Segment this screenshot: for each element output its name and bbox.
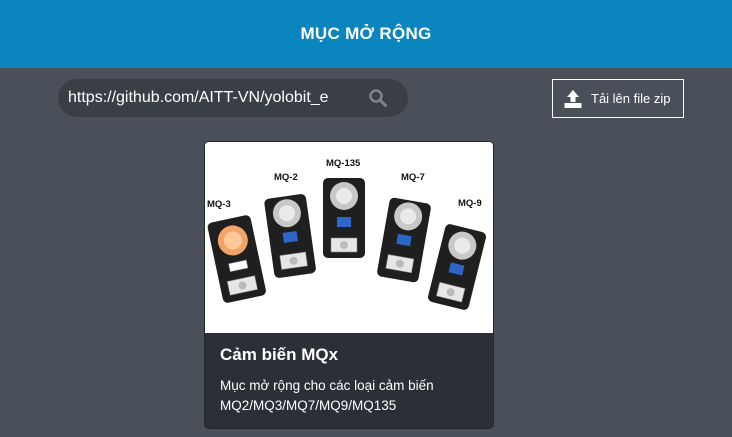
sensor-product-image: MQ-3 MQ-2 MQ-135 MQ-7 MQ-9	[205, 142, 493, 333]
extension-card[interactable]: MQ-3 MQ-2 MQ-135 MQ-7 MQ-9 Cảm biến MQx …	[204, 141, 494, 429]
label-mq3: MQ-3	[207, 199, 231, 210]
label-mq135: MQ-135	[326, 158, 361, 169]
upload-icon	[564, 89, 582, 108]
label-mq7: MQ-7	[401, 172, 425, 183]
card-title: Cảm biến MQx	[220, 345, 339, 364]
mq135-sensor-module	[323, 178, 365, 258]
upload-zip-button[interactable]: Tải lên file zip	[552, 79, 684, 118]
search-icon[interactable]	[368, 88, 388, 108]
upload-zip-label: Tải lên file zip	[591, 91, 671, 106]
search-input[interactable]: https://github.com/AITT-VN/yolobit_e	[68, 79, 352, 117]
label-mq2: MQ-2	[274, 172, 298, 183]
page-header: MỤC MỞ RỘNG	[0, 0, 732, 68]
label-mq9: MQ-9	[458, 198, 482, 209]
page-title: MỤC MỞ RỘNG	[300, 24, 432, 43]
search-box[interactable]: https://github.com/AITT-VN/yolobit_e	[58, 79, 408, 117]
card-description: Mục mở rộng cho các loại cảm biến MQ2/MQ…	[220, 378, 434, 413]
